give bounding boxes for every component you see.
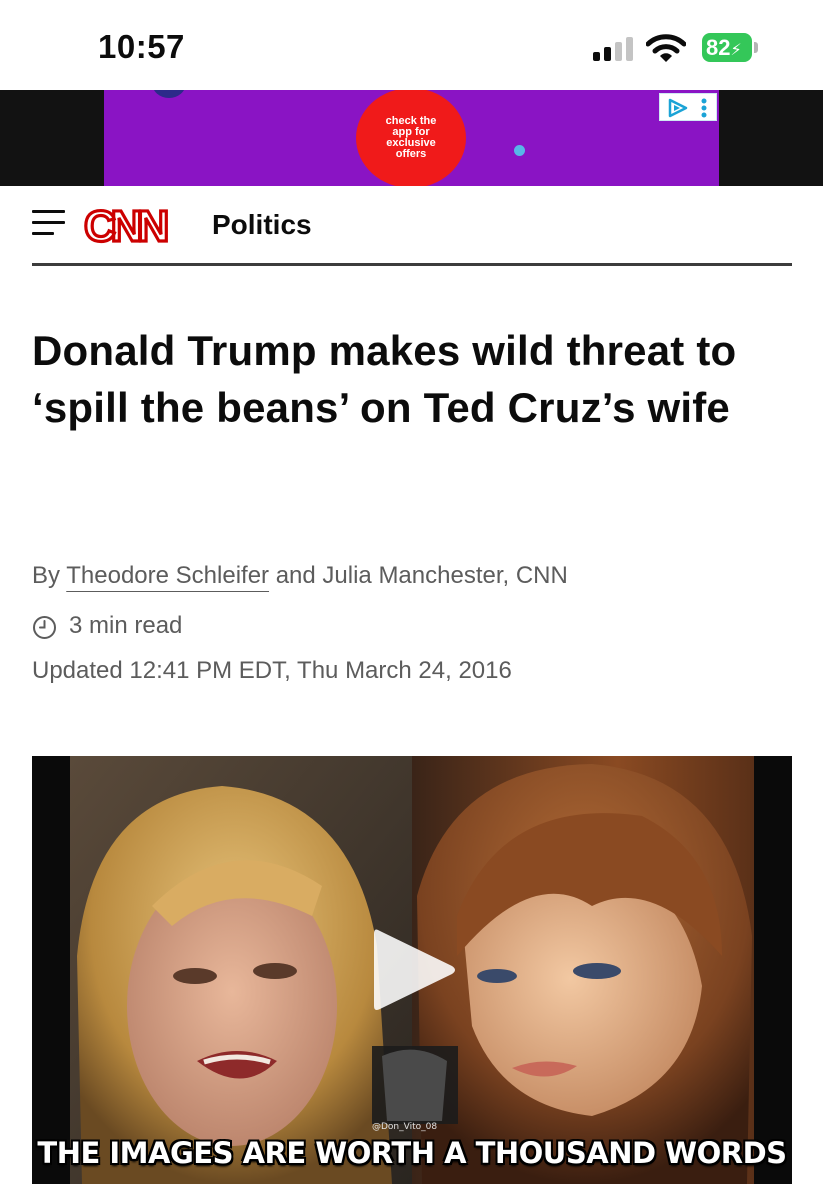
battery-indicator: 82⚡ bbox=[702, 33, 752, 62]
ad-offer-text: check the app for exclusive offers bbox=[385, 115, 437, 160]
cnn-logo-text: CNN bbox=[84, 202, 167, 246]
updated-timestamp: Updated 12:41 PM EDT, Thu March 24, 2016 bbox=[32, 657, 512, 684]
cnn-logo[interactable]: CNN bbox=[82, 202, 206, 246]
section-label[interactable]: Politics bbox=[212, 209, 312, 241]
ad-decoration bbox=[152, 90, 186, 98]
hamburger-menu-icon[interactable] bbox=[32, 210, 65, 236]
ad-decoration-dot bbox=[514, 145, 525, 156]
ad-choices-button[interactable] bbox=[659, 93, 717, 121]
charging-bolt-icon: ⚡ bbox=[730, 42, 742, 59]
cellular-signal-icon bbox=[593, 37, 635, 61]
byline-rest: and Julia Manchester, CNN bbox=[269, 562, 568, 589]
ad-container: check the app for exclusive offers bbox=[0, 90, 823, 186]
ad-banner[interactable]: check the app for exclusive offers bbox=[104, 90, 719, 186]
play-icon[interactable] bbox=[370, 924, 458, 1016]
read-time-text: 3 min read bbox=[69, 612, 183, 639]
article-headline: Donald Trump makes wild threat to ‘spill… bbox=[32, 327, 737, 431]
status-bar: 10:57 82⚡ bbox=[0, 0, 823, 90]
status-time: 10:57 bbox=[98, 28, 185, 65]
site-header: CNN Politics bbox=[32, 186, 792, 266]
byline: By Theodore Schleifer and Julia Manchest… bbox=[32, 562, 568, 590]
ad-offer-badge[interactable]: check the app for exclusive offers bbox=[356, 90, 466, 186]
byline-prefix: By bbox=[32, 562, 67, 589]
video-player[interactable]: @Don_Vito_08 THE IMAGES ARE WORTH A THOU… bbox=[32, 756, 792, 1184]
battery-level: 82 bbox=[706, 35, 731, 60]
wifi-icon bbox=[646, 34, 686, 62]
video-caption: THE IMAGES ARE WORTH A THOUSAND WORDS bbox=[37, 1136, 787, 1170]
ad-choices-icon bbox=[668, 98, 707, 118]
battery-nub bbox=[754, 42, 758, 53]
video-watermark: @Don_Vito_08 bbox=[372, 1122, 438, 1132]
author-link[interactable]: Theodore Schleifer bbox=[66, 562, 269, 589]
clock-icon bbox=[33, 616, 56, 639]
